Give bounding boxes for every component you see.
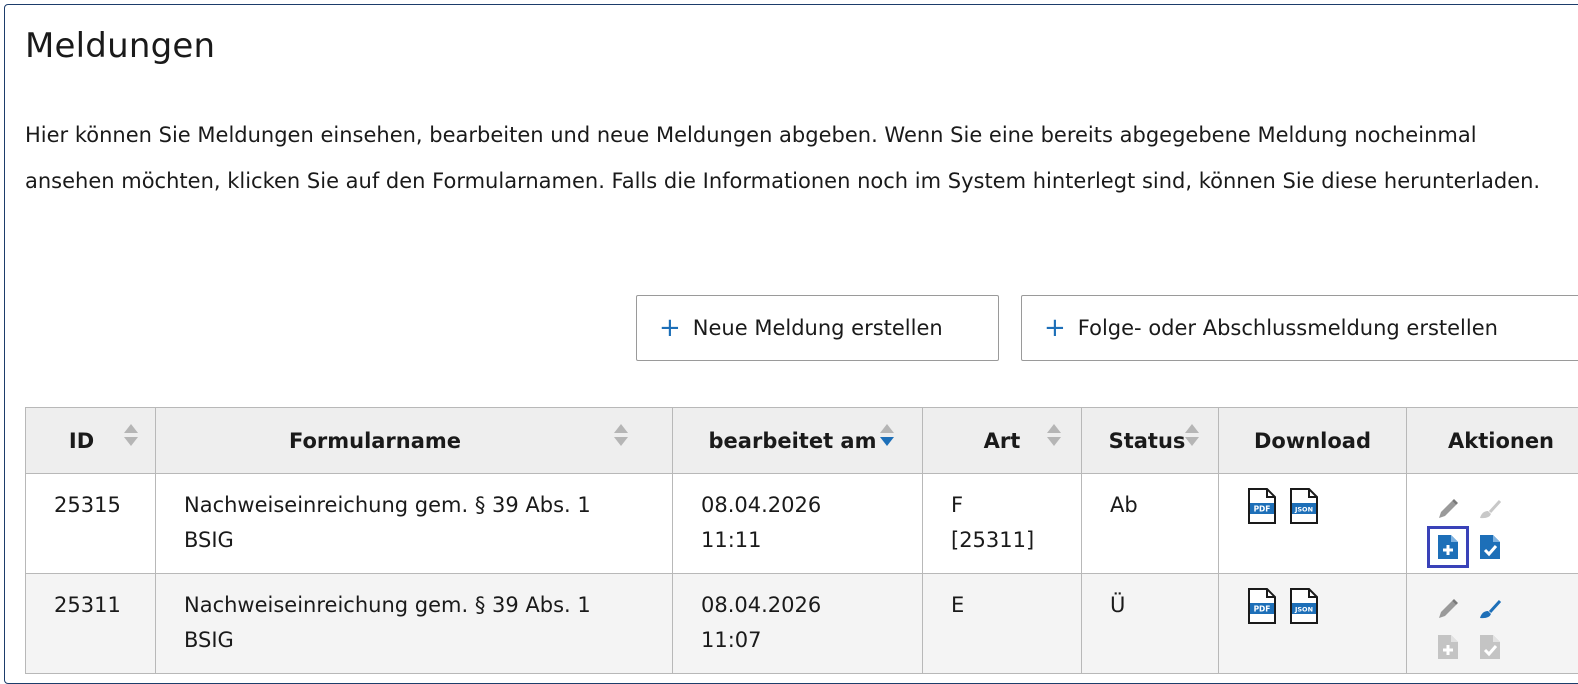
column-header-aktionen: Aktionen xyxy=(1407,408,1578,474)
column-header-bearbeitet-am[interactable]: bearbeitet am xyxy=(673,408,923,474)
clean-brush-icon[interactable] xyxy=(1475,494,1505,524)
plus-icon: + xyxy=(659,315,681,341)
page-intro: Hier können Sie Meldungen einsehen, bear… xyxy=(25,112,1565,204)
row-type-code: F xyxy=(951,488,1081,523)
clean-brush-icon[interactable] xyxy=(1475,594,1505,624)
row-edited: 08.04.2026 11:07 xyxy=(673,574,923,674)
row-id: 25311 xyxy=(26,574,156,674)
row-actions xyxy=(1407,474,1578,574)
json-file-icon[interactable]: JSON xyxy=(1289,488,1319,524)
svg-text:PDF: PDF xyxy=(1254,605,1271,614)
reports-table: ID Formularname bearbeitet am Art Status… xyxy=(25,407,1578,674)
edit-pencil-icon[interactable] xyxy=(1433,494,1463,524)
add-document-icon xyxy=(1433,632,1463,662)
sort-descending-icon[interactable] xyxy=(880,424,894,450)
row-type: F [25311] xyxy=(923,474,1082,574)
edit-pencil-icon[interactable] xyxy=(1433,594,1463,624)
row-edited: 08.04.2026 11:11 xyxy=(673,474,923,574)
sort-icon[interactable] xyxy=(124,424,138,450)
row-time: 11:07 xyxy=(701,623,922,658)
row-form-name[interactable]: Nachweiseinreichung gem. § 39 Abs. 1 BSI… xyxy=(156,474,673,574)
table-row: 25315 Nachweiseinreichung gem. § 39 Abs.… xyxy=(26,474,1578,574)
row-type: E xyxy=(923,574,1082,674)
sort-icon[interactable] xyxy=(1185,424,1199,450)
row-form-name-line1[interactable]: Nachweiseinreichung gem. § 39 Abs. 1 xyxy=(184,588,672,623)
row-actions xyxy=(1407,574,1578,674)
row-downloads: PDF JSON xyxy=(1219,574,1407,674)
approve-document-icon[interactable] xyxy=(1475,532,1505,562)
row-date: 08.04.2026 xyxy=(701,488,922,523)
json-file-icon[interactable]: JSON xyxy=(1289,588,1319,624)
row-form-name-line2[interactable]: BSIG xyxy=(184,623,672,658)
svg-text:JSON: JSON xyxy=(1294,506,1313,514)
follow-up-report-button[interactable]: + Folge- oder Abschlussmeldung erstellen xyxy=(1021,295,1578,361)
page-title: Meldungen xyxy=(25,26,215,66)
column-header-status[interactable]: Status xyxy=(1082,408,1219,474)
sort-icon[interactable] xyxy=(614,424,628,450)
table-row: 25311 Nachweiseinreichung gem. § 39 Abs.… xyxy=(26,574,1578,674)
row-status: Ü xyxy=(1082,574,1219,674)
row-type-reference: [25311] xyxy=(951,523,1081,558)
pdf-file-icon[interactable]: PDF xyxy=(1247,588,1277,624)
row-status: Ab xyxy=(1082,474,1219,574)
row-form-name[interactable]: Nachweiseinreichung gem. § 39 Abs. 1 BSI… xyxy=(156,574,673,674)
svg-text:PDF: PDF xyxy=(1254,505,1271,514)
row-downloads: PDF JSON xyxy=(1219,474,1407,574)
row-type-code: E xyxy=(951,588,1081,623)
add-document-icon[interactable] xyxy=(1431,530,1465,564)
sort-icon[interactable] xyxy=(1047,424,1061,450)
column-header-id[interactable]: ID xyxy=(26,408,156,474)
approve-document-icon xyxy=(1475,632,1505,662)
table-header-row: ID Formularname bearbeitet am Art Status… xyxy=(26,408,1578,474)
follow-up-report-label: Folge- oder Abschlussmeldung erstellen xyxy=(1078,316,1498,340)
row-form-name-line1[interactable]: Nachweiseinreichung gem. § 39 Abs. 1 xyxy=(184,488,672,523)
pdf-file-icon[interactable]: PDF xyxy=(1247,488,1277,524)
row-form-name-line2[interactable]: BSIG xyxy=(184,523,672,558)
new-report-button[interactable]: + Neue Meldung erstellen xyxy=(636,295,999,361)
row-id: 25315 xyxy=(26,474,156,574)
column-header-formularname[interactable]: Formularname xyxy=(156,408,673,474)
row-date: 08.04.2026 xyxy=(701,588,922,623)
column-header-download: Download xyxy=(1219,408,1407,474)
plus-icon: + xyxy=(1044,315,1066,341)
row-time: 11:11 xyxy=(701,523,922,558)
svg-text:JSON: JSON xyxy=(1294,606,1313,614)
column-header-art[interactable]: Art xyxy=(923,408,1082,474)
new-report-label: Neue Meldung erstellen xyxy=(693,316,943,340)
